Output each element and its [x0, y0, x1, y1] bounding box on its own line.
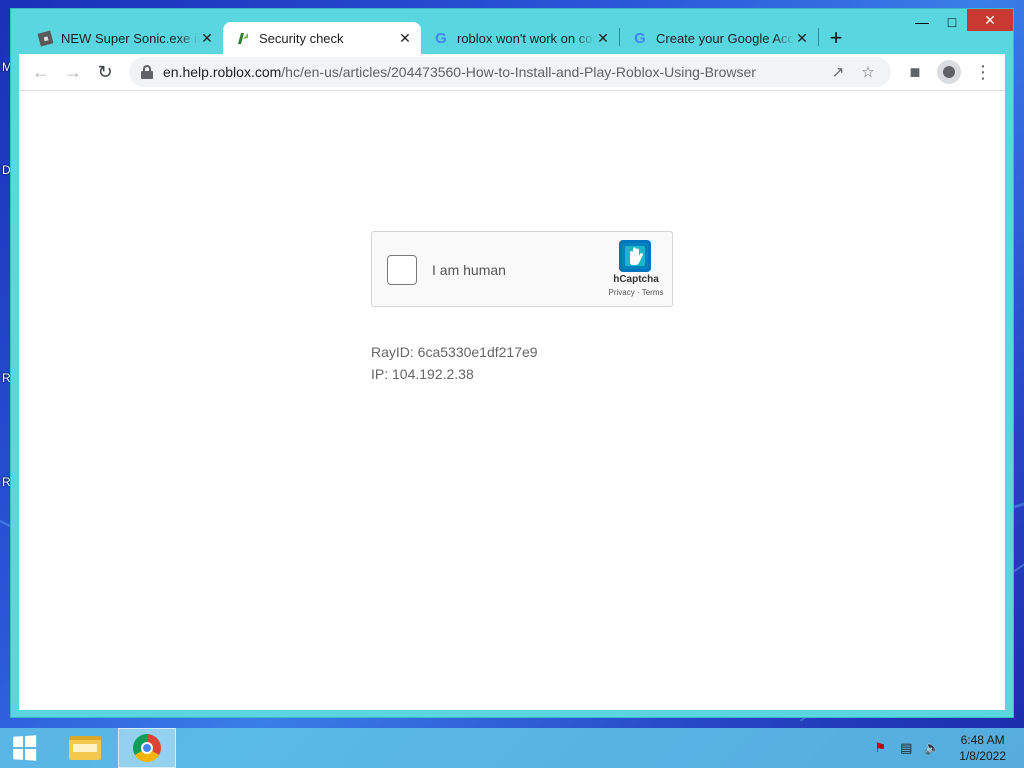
tab-close-icon[interactable]: ✕ [199, 30, 215, 47]
browser-window: — □ ✕ NEW Super Sonic.exe in a ✕ Securit… [10, 8, 1014, 718]
tab-strip: NEW Super Sonic.exe in a ✕ Security chec… [25, 20, 1013, 54]
tab-title: Security check [259, 30, 344, 46]
extensions-button[interactable]: ■ [899, 56, 931, 88]
arrow-right-icon: → [64, 61, 82, 82]
arrow-left-icon: ← [32, 61, 50, 82]
roblox-icon [37, 30, 53, 46]
clock-time: 6:48 AM [960, 733, 1005, 747]
url-host: en.help.roblox.com [163, 64, 282, 80]
taskbar-chrome[interactable] [118, 728, 176, 768]
tab-close-icon[interactable]: ✕ [595, 30, 611, 47]
page-content: I am human hCaptcha Privacy · Terms RayI… [19, 90, 1005, 710]
tab-title: Create your Google Acco [656, 30, 794, 46]
ip-text: IP: 104.192.2.38 [371, 366, 474, 382]
address-bar[interactable]: en.help.roblox.com/hc/en-us/articles/204… [129, 57, 891, 87]
hcaptcha-widget: I am human hCaptcha Privacy · Terms [371, 231, 673, 307]
captcha-label[interactable]: I am human [432, 262, 506, 278]
browser-toolbar: ← → ↻ en.help.roblox.com/hc/en-us/articl… [19, 54, 1005, 90]
avatar-icon [943, 66, 955, 78]
ray-id-text: RayID: 6ca5330e1df217e9 [371, 344, 538, 360]
new-tab-button[interactable]: + [819, 22, 853, 54]
tab-security-check[interactable]: Security check ✕ [223, 22, 421, 54]
profile-button[interactable] [937, 60, 961, 84]
chrome-icon [133, 734, 161, 762]
back-button[interactable]: ← [25, 56, 57, 88]
ray-info: RayID: 6ca5330e1df217e9 IP: 104.192.2.38 [371, 341, 538, 385]
tab-super-sonic[interactable]: NEW Super Sonic.exe in a ✕ [25, 22, 223, 54]
reload-icon: ↻ [97, 61, 113, 82]
google-icon: G [435, 29, 447, 47]
plus-icon: + [829, 25, 843, 50]
url-text[interactable]: en.help.roblox.com/hc/en-us/articles/204… [163, 64, 823, 80]
tab-close-icon[interactable]: ✕ [794, 30, 810, 47]
hcaptcha-brand: hCaptcha [613, 274, 659, 285]
human-checkbox[interactable] [387, 255, 417, 285]
tab-title: roblox won't work on coi [457, 30, 595, 46]
tab-roblox-search[interactable]: G roblox won't work on coi ✕ [421, 22, 619, 54]
security-icon [235, 30, 251, 46]
menu-button[interactable]: ⋮ [967, 56, 999, 88]
windows-logo-icon [13, 735, 37, 761]
tab-google-account[interactable]: G Create your Google Acco ✕ [620, 22, 818, 54]
action-center-flag-icon[interactable]: ⚑ [869, 737, 891, 759]
star-icon[interactable]: ☆ [853, 58, 883, 86]
url-path: /hc/en-us/articles/204473560-How-to-Inst… [281, 64, 756, 80]
lock-icon[interactable] [141, 65, 153, 79]
taskbar: ⚑ ▤ 🔈 6:48 AM 1/8/2022 [0, 728, 1024, 768]
hcaptcha-links[interactable]: Privacy · Terms [604, 288, 668, 297]
tab-title: NEW Super Sonic.exe in a [61, 30, 199, 46]
hcaptcha-logo-icon [619, 240, 651, 272]
clock[interactable]: 6:48 AM 1/8/2022 [959, 732, 1006, 764]
forward-button[interactable]: → [57, 56, 89, 88]
taskbar-file-explorer[interactable] [56, 728, 114, 768]
google-icon: G [634, 29, 646, 47]
puzzle-icon: ■ [909, 61, 921, 82]
system-tray: ⚑ ▤ 🔈 6:48 AM 1/8/2022 [869, 728, 1024, 768]
folder-icon [69, 736, 101, 760]
start-button[interactable] [0, 728, 48, 768]
network-icon[interactable]: ▤ [895, 737, 917, 759]
tab-close-icon[interactable]: ✕ [397, 30, 413, 47]
share-icon[interactable]: ↗ [823, 58, 853, 86]
clock-date: 1/8/2022 [959, 749, 1006, 763]
reload-button[interactable]: ↻ [89, 56, 121, 88]
more-vert-icon: ⋮ [974, 61, 992, 82]
volume-muted-icon[interactable]: 🔈 [921, 737, 943, 759]
